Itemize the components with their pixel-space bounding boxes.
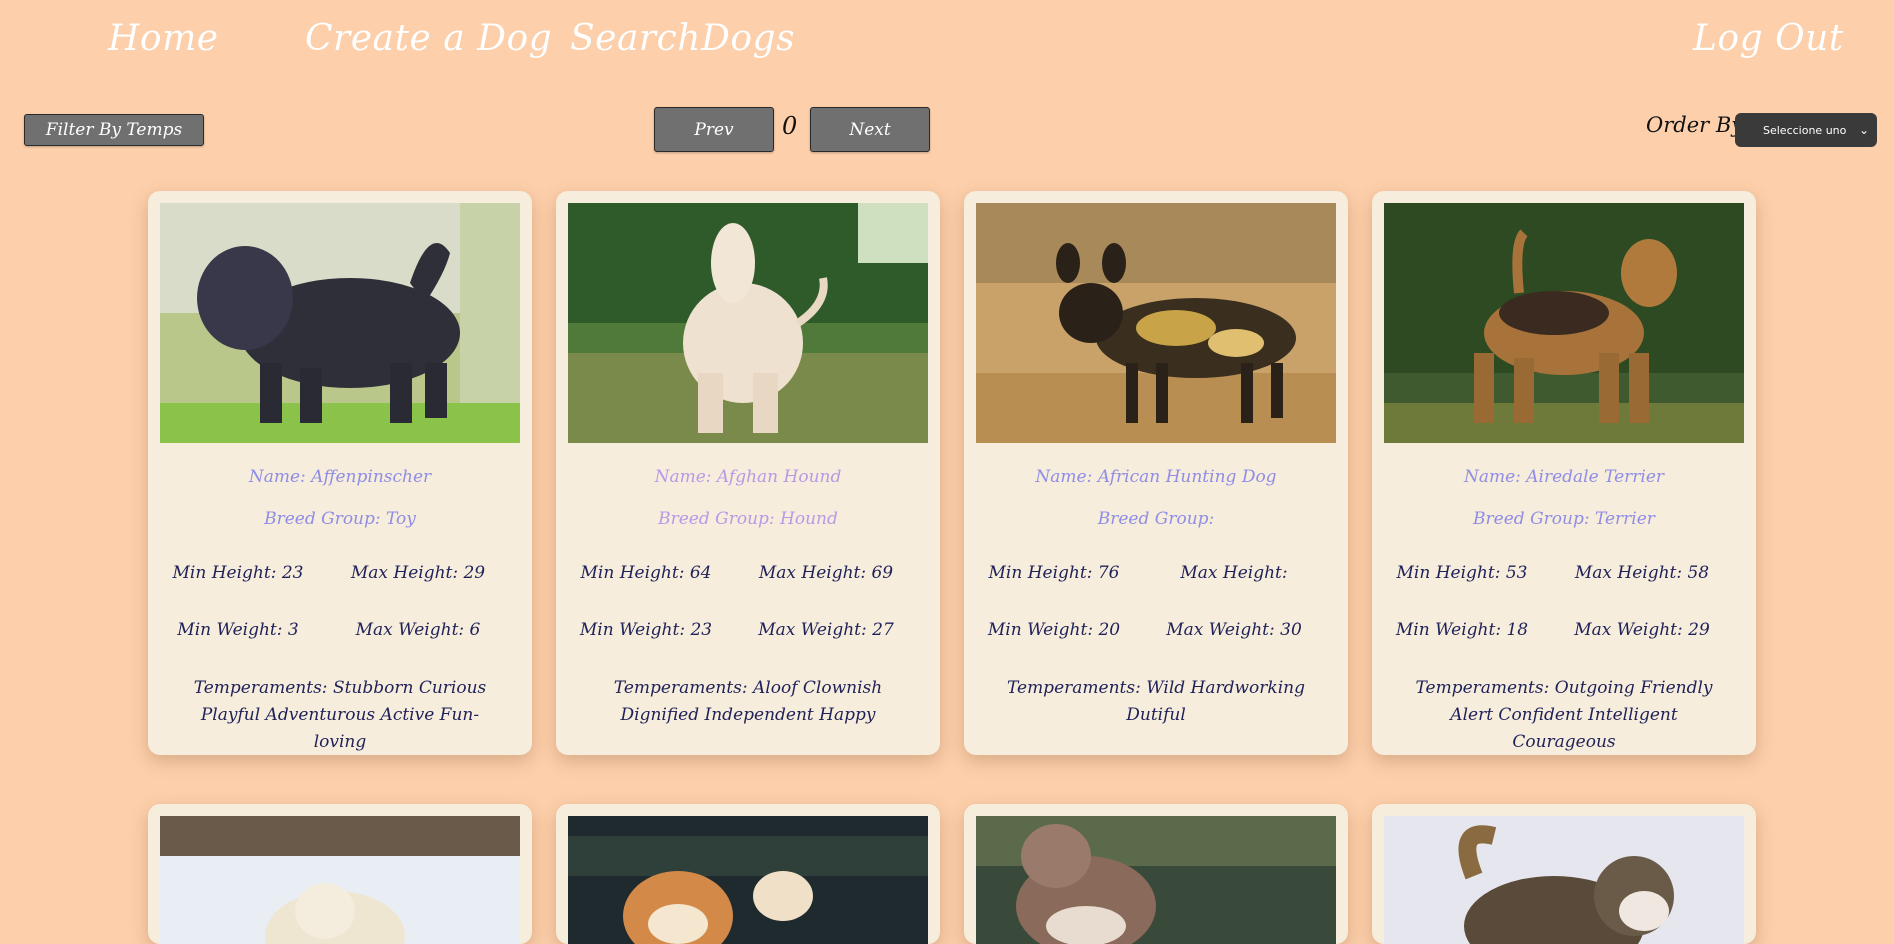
order-by-selected: Seleccione uno [1763, 123, 1847, 137]
dog-image-airedale-terrier [1384, 203, 1744, 443]
dog-temperaments: Temperaments: Outgoing Friendly Alert Co… [1415, 678, 1713, 752]
dog-card[interactable] [964, 804, 1348, 944]
dog-image [976, 816, 1336, 944]
max-weight: Max Weight: 6 [355, 620, 481, 640]
min-height: Min Height: 76 [988, 563, 1120, 583]
nav-create-dog[interactable]: Create a Dog [305, 18, 552, 59]
nav-log-out[interactable]: Log Out [1693, 18, 1844, 59]
dog-breed-group: Breed Group: Hound [658, 509, 838, 529]
dog-temperaments: Temperaments: Stubborn Curious Playful A… [193, 678, 487, 752]
page-number: 0 [782, 112, 798, 140]
dog-image [160, 816, 520, 944]
nav-home[interactable]: Home [108, 18, 219, 59]
nav-search-dogs[interactable]: SearchDogs [570, 18, 795, 59]
dog-card[interactable] [1372, 804, 1756, 944]
max-height: Max Height: 29 [350, 563, 486, 583]
max-weight: Max Weight: 30 [1166, 620, 1302, 640]
max-weight: Max Weight: 29 [1574, 620, 1710, 640]
dog-image-african-hunting-dog [976, 203, 1336, 443]
dog-card[interactable] [148, 804, 532, 944]
min-weight: Min Weight: 20 [987, 620, 1121, 640]
dog-temperaments: Temperaments: Aloof Clownish Dignified I… [613, 678, 883, 725]
dog-name: Name: African Hunting Dog [1035, 467, 1277, 487]
dog-card[interactable]: Name: Airedale Terrier Breed Group: Terr… [1372, 191, 1756, 755]
next-button[interactable]: Next [810, 107, 930, 152]
dog-card[interactable]: Name: Afghan Hound Breed Group: Hound Mi… [556, 191, 940, 755]
dog-card[interactable]: Name: African Hunting Dog Breed Group: M… [964, 191, 1348, 755]
dog-image [568, 816, 928, 944]
dog-name: Name: Airedale Terrier [1463, 467, 1665, 487]
dog-breed-group: Breed Group: [1097, 509, 1215, 529]
min-height: Min Height: 53 [1396, 563, 1528, 583]
dog-card[interactable] [556, 804, 940, 944]
max-height: Max Height: 69 [758, 563, 894, 583]
dog-image-affenpinscher [160, 203, 520, 443]
dog-image-afghan-hound [568, 203, 928, 443]
min-weight: Min Weight: 23 [579, 620, 713, 640]
dog-breed-group: Breed Group: Toy [264, 509, 416, 529]
dog-card[interactable]: Name: Affenpinscher Breed Group: Toy Min… [148, 191, 532, 755]
dog-image [1384, 816, 1744, 944]
min-height: Min Height: 64 [580, 563, 712, 583]
max-weight: Max Weight: 27 [758, 620, 894, 640]
dog-name: Name: Affenpinscher [248, 467, 432, 487]
max-height: Max Height: 58 [1574, 563, 1710, 583]
dog-breed-group: Breed Group: Terrier [1473, 509, 1655, 529]
min-height: Min Height: 23 [172, 563, 304, 583]
chevron-down-icon: ⌄ [1858, 123, 1869, 137]
min-weight: Min Weight: 3 [177, 620, 299, 640]
min-weight: Min Weight: 18 [1395, 620, 1529, 640]
order-by-select[interactable]: Seleccione uno ⌄ [1735, 113, 1877, 147]
max-height: Max Height: [1180, 563, 1288, 583]
dog-temperaments: Temperaments: Wild Hardworking Dutiful [1006, 678, 1305, 725]
prev-button[interactable]: Prev [654, 107, 774, 152]
filter-by-temps-button[interactable]: Filter By Temps [24, 114, 204, 146]
order-by-label: Order By [1646, 113, 1744, 137]
dog-name: Name: Afghan Hound [654, 467, 842, 487]
